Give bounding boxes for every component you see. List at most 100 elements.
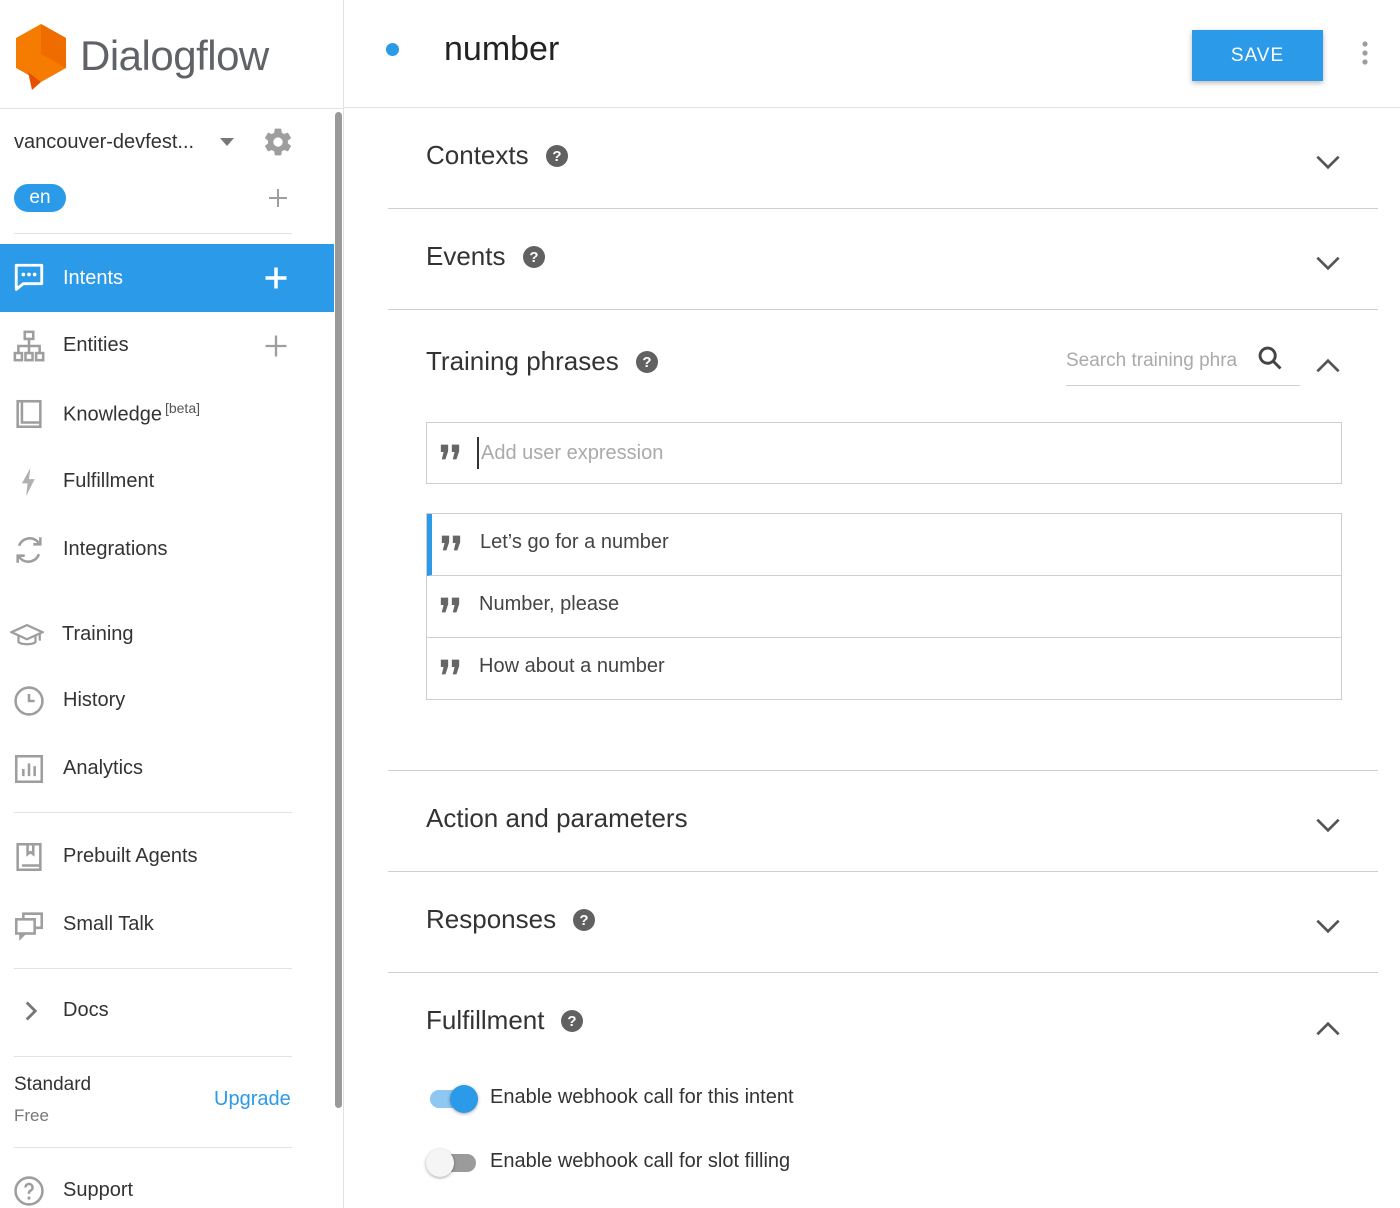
help-icon[interactable]: ? bbox=[522, 245, 546, 269]
divider bbox=[14, 812, 292, 813]
intent-header: number SAVE bbox=[344, 0, 1400, 108]
sync-icon bbox=[16, 537, 42, 563]
chat-icon bbox=[14, 263, 44, 291]
webhook-slot-filling-toggle-row: Enable webhook call for slot filling bbox=[426, 1142, 1026, 1182]
help-icon[interactable]: ? bbox=[545, 144, 569, 168]
logo[interactable]: Dialogflow bbox=[14, 22, 269, 90]
hierarchy-icon bbox=[13, 330, 45, 362]
sidebar-item-training[interactable]: Training bbox=[0, 601, 334, 667]
sidebar-item-label: Small Talk bbox=[63, 912, 154, 935]
sidebar-item-label: Docs bbox=[63, 998, 109, 1021]
gear-icon[interactable] bbox=[262, 126, 294, 158]
sidebar-item-knowledge[interactable]: Knowledge [beta] bbox=[0, 380, 334, 446]
section-title[interactable]: Fulfillment ? bbox=[426, 1005, 584, 1036]
sidebar-item-fulfillment[interactable]: Fulfillment bbox=[0, 448, 334, 514]
add-intent-icon[interactable] bbox=[262, 264, 290, 292]
training-phrase[interactable]: Number, please bbox=[427, 576, 1341, 638]
agent-name: vancouver-devfest... bbox=[14, 130, 195, 153]
sidebar-scrollbar[interactable] bbox=[335, 112, 342, 1108]
chevron-down-icon[interactable] bbox=[1312, 809, 1344, 841]
add-language-icon[interactable] bbox=[266, 186, 290, 210]
sidebar-item-label: Entities bbox=[63, 333, 129, 356]
status-dot bbox=[386, 43, 399, 56]
help-icon[interactable]: ? bbox=[572, 908, 596, 932]
toggle-knob bbox=[450, 1085, 478, 1113]
quote-icon bbox=[440, 444, 460, 460]
language-badge[interactable]: en bbox=[14, 184, 66, 212]
chevron-right-icon bbox=[25, 1001, 38, 1021]
help-icon[interactable]: ? bbox=[560, 1009, 584, 1033]
toggle-label: Enable webhook call for slot filling bbox=[490, 1150, 791, 1172]
plan-info: Standard Free Upgrade bbox=[14, 1070, 304, 1130]
help-circle-icon bbox=[14, 1176, 44, 1206]
svg-text:?: ? bbox=[642, 354, 651, 371]
training-phrase-text[interactable]: Number, please bbox=[479, 593, 619, 616]
upgrade-link[interactable]: Upgrade bbox=[214, 1088, 291, 1111]
section-title[interactable]: Training phrases ? bbox=[426, 346, 659, 377]
chevron-down-icon[interactable] bbox=[1312, 146, 1344, 178]
add-entity-icon[interactable] bbox=[262, 332, 290, 360]
plan-name: Standard bbox=[14, 1074, 92, 1095]
divider bbox=[0, 108, 344, 109]
sidebar-item-docs[interactable]: Docs bbox=[0, 977, 334, 1043]
sidebar-item-label: Analytics bbox=[63, 756, 144, 779]
sidebar-item-prebuilt-agents[interactable]: Prebuilt Agents bbox=[0, 823, 334, 889]
webhook-intent-toggle[interactable] bbox=[426, 1084, 480, 1113]
sidebar-item-label: Integrations bbox=[63, 537, 168, 560]
sidebar-item-integrations[interactable]: Integrations bbox=[0, 516, 334, 582]
divider bbox=[14, 1147, 292, 1148]
training-phrase[interactable]: Let’s go for a number bbox=[427, 514, 1341, 576]
more-options-icon[interactable] bbox=[1354, 38, 1376, 68]
toggle-label: Enable webhook call for this intent bbox=[490, 1086, 794, 1108]
intent-editor: number SAVE Contexts ? Events ? Training… bbox=[344, 0, 1400, 1208]
responses-title: Responses bbox=[426, 904, 557, 934]
sidebar-item-small-talk[interactable]: Small Talk bbox=[0, 891, 334, 957]
sidebar: Dialogflow vancouver-devfest... en Inten… bbox=[0, 0, 344, 1208]
intent-name[interactable]: number bbox=[444, 30, 559, 69]
svg-text:?: ? bbox=[568, 1013, 577, 1030]
training-phrase-text[interactable]: How about a number bbox=[479, 655, 665, 678]
beta-badge: [beta] bbox=[164, 399, 200, 416]
add-expression-box bbox=[426, 422, 1342, 484]
lightning-icon bbox=[21, 467, 35, 497]
divider bbox=[14, 233, 292, 234]
sidebar-item-history[interactable]: History bbox=[0, 667, 334, 733]
training-phrase-list: Let’s go for a number Number, please How… bbox=[426, 513, 1342, 700]
chevron-up-icon[interactable] bbox=[1312, 1013, 1344, 1045]
webhook-slot-filling-toggle[interactable] bbox=[426, 1148, 480, 1177]
sidebar-item-label: History bbox=[63, 688, 126, 711]
dialogflow-logo-icon bbox=[16, 24, 66, 90]
chevron-down-icon[interactable] bbox=[1312, 247, 1344, 279]
quote-icon bbox=[440, 659, 460, 675]
section-contexts[interactable]: Contexts ? bbox=[388, 108, 1378, 209]
sidebar-item-support[interactable]: Support bbox=[0, 1157, 334, 1208]
help-icon[interactable]: ? bbox=[635, 350, 659, 374]
section-title: Responses ? bbox=[426, 904, 596, 935]
search-training-input[interactable] bbox=[1066, 346, 1256, 376]
section-action-parameters[interactable]: Action and parameters bbox=[388, 771, 1378, 872]
clock-icon bbox=[14, 686, 44, 716]
sidebar-item-entities[interactable]: Entities bbox=[0, 312, 334, 378]
chevron-down-icon[interactable] bbox=[1312, 910, 1344, 942]
bar-chart-icon bbox=[14, 754, 44, 784]
sidebar-item-analytics[interactable]: Analytics bbox=[0, 735, 334, 801]
save-button[interactable]: SAVE bbox=[1192, 30, 1323, 81]
sidebar-item-label: Intents bbox=[63, 266, 124, 289]
training-phrase[interactable]: How about a number bbox=[427, 638, 1341, 700]
divider bbox=[14, 1056, 292, 1057]
section-title: Contexts ? bbox=[426, 140, 569, 171]
graduation-cap-icon bbox=[10, 623, 44, 646]
add-user-expression-input[interactable] bbox=[477, 437, 1317, 469]
contexts-title: Contexts bbox=[426, 140, 529, 170]
agent-selector[interactable]: vancouver-devfest... bbox=[14, 126, 304, 158]
training-search bbox=[1066, 338, 1300, 386]
section-events[interactable]: Events ? bbox=[388, 209, 1378, 310]
book-icon bbox=[16, 399, 42, 429]
search-icon[interactable] bbox=[1256, 344, 1284, 372]
sidebar-item-intents[interactable]: Intents bbox=[0, 244, 334, 312]
caret-down-icon[interactable] bbox=[220, 138, 234, 146]
training-phrase-text[interactable]: Let’s go for a number bbox=[480, 531, 669, 554]
chevron-up-icon[interactable] bbox=[1312, 350, 1344, 382]
section-responses[interactable]: Responses ? bbox=[388, 872, 1378, 973]
training-title: Training phrases bbox=[426, 346, 619, 376]
